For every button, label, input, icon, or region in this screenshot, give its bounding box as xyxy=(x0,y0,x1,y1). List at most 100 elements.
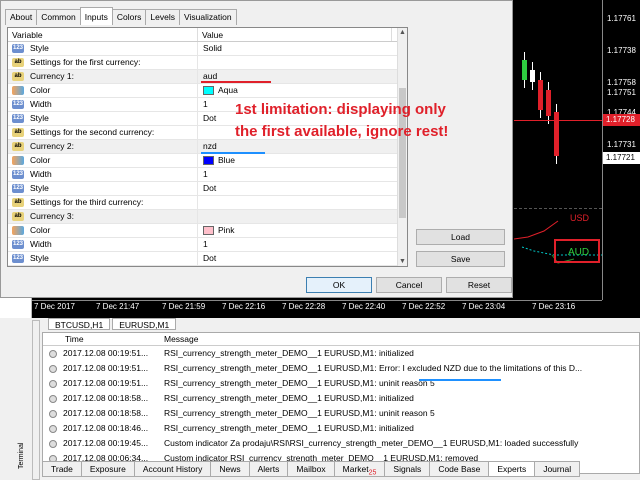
input-row[interactable]: 123 Style Dot xyxy=(8,252,407,266)
input-row[interactable]: Color Pink xyxy=(8,224,407,238)
variable-label: Style xyxy=(30,253,49,263)
color-type-icon xyxy=(12,86,24,95)
candle-body xyxy=(538,80,543,110)
inputs-grid[interactable]: Variable Value 123 Style Solid ab Settings f… xyxy=(7,27,408,267)
log-time-text: 2017.12.08 00:18:58... xyxy=(63,408,149,418)
log-message: RSI_currency_strength_meter_DEMO__1 EURU… xyxy=(164,363,583,373)
input-row[interactable]: 123 Style Solid xyxy=(8,42,407,56)
log-row[interactable]: 2017.12.08 00:18:46... RSI_currency_stren… xyxy=(43,421,639,436)
value-cell[interactable] xyxy=(198,210,392,223)
variable-cell: ab Currency 3: xyxy=(8,210,198,223)
reset-button[interactable]: Reset xyxy=(446,277,512,293)
log-header: Time Message xyxy=(43,333,639,346)
annotation-line-2: the first available, ignore rest! xyxy=(235,123,449,140)
time-label: 7 Dec 21:47 xyxy=(96,302,140,311)
variable-cell: 123 Style xyxy=(8,182,198,195)
grid-header: Variable Value xyxy=(8,28,407,42)
log-row[interactable]: 2017.12.08 00:19:51... RSI_currency_stren… xyxy=(43,346,639,361)
input-row[interactable]: Color Blue xyxy=(8,154,407,168)
value-cell[interactable]: Solid xyxy=(198,42,392,55)
value-cell[interactable]: 1 xyxy=(198,238,392,251)
terminal-tab-trade[interactable]: Trade xyxy=(42,461,82,477)
time-axis: 7 Dec 2017 7 Dec 21:47 7 Dec 21:59 7 Dec 22… xyxy=(0,300,602,314)
terminal-tab-experts[interactable]: Experts xyxy=(488,461,536,477)
value-cell[interactable]: Pink xyxy=(198,224,392,237)
tab-levels[interactable]: Levels xyxy=(145,9,180,25)
terminal-bottom-tabs: Trade Exposure Account History News Alerts Ma… xyxy=(42,461,640,477)
color-swatch xyxy=(203,86,214,95)
input-row[interactable]: 123 Width 1 xyxy=(8,238,407,252)
symbol-tab[interactable]: BTCUSD,H1 xyxy=(48,318,111,330)
variable-label: Settings for the third currency: xyxy=(30,197,144,207)
terminal-tab-journal[interactable]: Journal xyxy=(534,461,581,477)
tab-common[interactable]: Common xyxy=(36,9,81,25)
price-line xyxy=(514,120,602,121)
value-cell[interactable]: Blue xyxy=(198,154,392,167)
cancel-button[interactable]: Cancel xyxy=(376,277,442,293)
scroll-up-icon[interactable]: ▲ xyxy=(399,29,406,36)
tab-colors[interactable]: Colors xyxy=(111,9,147,25)
terminal-tab-code-base[interactable]: Code Base xyxy=(429,461,490,477)
log-time: 2017.12.08 00:18:58... xyxy=(43,391,164,406)
log-row[interactable]: 2017.12.08 00:19:51... RSI_currency_stren… xyxy=(43,376,639,391)
log-time-text: 2017.12.08 00:19:51... xyxy=(63,363,149,373)
terminal-tab-label: Signals xyxy=(393,464,422,474)
terminal-tab-account-history[interactable]: Account History xyxy=(133,461,212,477)
color-type-icon xyxy=(12,156,24,165)
variable-label: Currency 2: xyxy=(30,141,74,151)
terminal-tab-signals[interactable]: Signals xyxy=(384,461,431,477)
value-cell[interactable]: Dot xyxy=(198,182,392,195)
value-cell[interactable]: 1 xyxy=(198,168,392,181)
candle-body xyxy=(530,70,535,82)
input-row[interactable]: ab Currency 3: xyxy=(8,210,407,224)
symbol-tab[interactable]: EURUSD,M1 xyxy=(112,318,177,330)
variable-label: Width xyxy=(30,239,52,249)
log-message: RSI_currency_strength_meter_DEMO__1 EURU… xyxy=(164,393,414,403)
time-label: 7 Dec 21:59 xyxy=(162,302,206,311)
integer-type-icon: 123 xyxy=(12,170,24,179)
time-label: 7 Dec 22:40 xyxy=(342,302,386,311)
header-value: Value xyxy=(198,28,392,41)
nzd-log-underline xyxy=(419,379,501,381)
log-row[interactable]: 2017.12.08 00:18:58... RSI_currency_stren… xyxy=(43,391,639,406)
experts-log[interactable]: Time Message 2017.12.08 00:19:51... RSI_c… xyxy=(42,332,640,474)
input-row[interactable]: ab Settings for the third currency: xyxy=(8,196,407,210)
value-text: Dot xyxy=(203,113,217,123)
value-cell[interactable]: Aqua xyxy=(198,84,392,97)
input-row[interactable]: 123 Style Dot xyxy=(8,182,407,196)
save-button[interactable]: Save xyxy=(416,251,505,267)
tab-visualization[interactable]: Visualization xyxy=(179,9,237,25)
terminal-tab-mailbox[interactable]: Mailbox xyxy=(287,461,335,477)
terminal-tab-exposure[interactable]: Exposure xyxy=(80,461,135,477)
ok-button[interactable]: OK xyxy=(306,277,372,293)
value-cell[interactable]: Dot xyxy=(198,252,392,265)
log-message: RSI_currency_strength_meter_DEMO__1 EURU… xyxy=(164,423,414,433)
price-label: 1.17751 xyxy=(607,88,636,97)
log-header-message: Message xyxy=(164,334,199,344)
input-row[interactable]: 123 Width 1 xyxy=(8,168,407,182)
grid-scrollbar[interactable]: ▲ ▼ xyxy=(397,28,407,266)
tab-about[interactable]: About xyxy=(5,9,38,25)
value-cell[interactable] xyxy=(198,56,392,69)
terminal-tab-news[interactable]: News xyxy=(210,461,250,477)
tab-inputs[interactable]: Inputs xyxy=(79,7,113,25)
price-label: 1.17731 xyxy=(607,140,636,149)
log-row[interactable]: 2017.12.08 00:18:58... RSI_currency_stren… xyxy=(43,406,639,421)
indicator-properties-dialog: About Common Inputs Colors Levels Visualizati… xyxy=(0,0,513,298)
variable-label: Style xyxy=(30,113,49,123)
load-button[interactable]: Load xyxy=(416,229,505,245)
terminal-tab-alerts[interactable]: Alerts xyxy=(248,461,289,477)
input-row[interactable]: ab Settings for the first currency: xyxy=(8,56,407,70)
log-row[interactable]: 2017.12.08 00:19:45... Custom indicator Z… xyxy=(43,436,639,451)
price-axis: 1.17761 1.17738 1.17758 1.17751 1.17744 1.177… xyxy=(602,0,640,300)
log-time-text: 2017.12.08 00:19:51... xyxy=(63,348,149,358)
scroll-down-icon[interactable]: ▼ xyxy=(399,258,406,265)
variable-cell: 123 Width xyxy=(8,98,198,111)
variable-cell: 123 Style xyxy=(8,42,198,55)
terminal-side-bar[interactable]: Terminal xyxy=(18,320,40,480)
terminal-tab-market[interactable]: Market25 xyxy=(333,461,386,477)
log-row[interactable]: 2017.12.08 00:19:51... RSI_currency_stren… xyxy=(43,361,639,376)
value-cell[interactable] xyxy=(198,196,392,209)
input-row[interactable]: Color Aqua xyxy=(8,84,407,98)
value-text: 1 xyxy=(203,169,208,179)
